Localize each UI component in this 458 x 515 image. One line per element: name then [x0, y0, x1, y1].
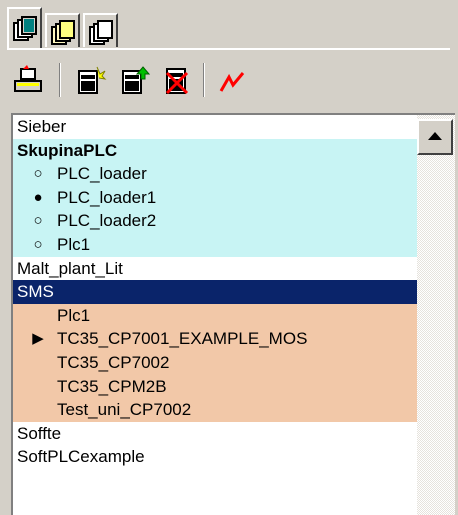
- tree-pages-icon: [13, 16, 37, 41]
- list-item-label: Malt_plant_Lit: [17, 258, 123, 278]
- list-item-label: Plc1: [57, 305, 91, 325]
- list-item[interactable]: Malt_plant_Lit: [13, 256, 417, 281]
- trend-chart-icon: [219, 72, 245, 92]
- list-item[interactable]: Soffte: [13, 421, 417, 446]
- tree-child-item[interactable]: TC35_CPM2B: [13, 374, 417, 399]
- new-document-button[interactable]: [73, 63, 109, 99]
- group-row[interactable]: SkupinaPLC: [13, 138, 417, 163]
- current-item-arrow-icon: ▶: [32, 330, 44, 348]
- scroll-up-arrow-icon: [428, 132, 442, 140]
- list-item[interactable]: SMS: [13, 280, 417, 304]
- plc-tree-list[interactable]: Sieber SkupinaPLC ○ PLC_loader ● PLC_loader1 ○…: [11, 113, 455, 515]
- tab-folder-view[interactable]: [45, 13, 80, 47]
- list-item-label: SMS: [17, 282, 54, 302]
- toolbar: [7, 53, 450, 109]
- scroll-up-button[interactable]: [417, 119, 453, 155]
- list-item-label: PLC_loader1: [57, 187, 157, 207]
- bullet-icon: ○: [33, 165, 43, 183]
- list-item[interactable]: Sieber: [13, 115, 417, 139]
- tree-child-item[interactable]: ▶ TC35_CP7001_EXAMPLE_MOS: [13, 327, 417, 351]
- tab-tree-view[interactable]: [7, 7, 42, 49]
- list-item[interactable]: SoftPLCexample: [13, 445, 417, 469]
- folder-pages-icon: [51, 20, 75, 45]
- copy-pages-icon: [89, 20, 113, 45]
- delete-document-icon: [165, 68, 189, 95]
- add-document-icon: [122, 66, 151, 94]
- tree-child-item[interactable]: ● PLC_loader1: [13, 185, 417, 210]
- bullet-icon: ○: [33, 235, 43, 253]
- list-item-label: Test_uni_CP7002: [57, 400, 192, 420]
- list-item-label: SkupinaPLC: [17, 140, 118, 160]
- list-item-label: SoftPLCexample: [17, 447, 145, 467]
- toolbar-separator: [203, 63, 205, 97]
- list-item-label: Plc1: [57, 234, 91, 254]
- list-item-label: TC35_CPM2B: [57, 376, 167, 396]
- tree-child-item[interactable]: ○ PLC_loader2: [13, 209, 417, 233]
- list-item-label: PLC_loader: [57, 164, 147, 184]
- trend-button[interactable]: [215, 63, 251, 99]
- new-document-icon: [78, 66, 107, 94]
- connect-button[interactable]: [11, 63, 47, 99]
- list-item-label: TC35_CP7001_EXAMPLE_MOS: [57, 329, 308, 349]
- list-item[interactable]: [13, 492, 417, 515]
- list-item-label: Soffte: [17, 423, 62, 443]
- delete-document-button[interactable]: [159, 63, 195, 99]
- list-item-label: TC35_CP7002: [57, 352, 170, 372]
- list-item[interactable]: [13, 468, 417, 493]
- connect-tray-icon: [14, 65, 42, 92]
- tree-child-item[interactable]: Test_uni_CP7002: [13, 398, 417, 422]
- tab-copy-view[interactable]: [83, 13, 118, 47]
- tree-child-item[interactable]: Plc1: [13, 303, 417, 328]
- vertical-scrollbar[interactable]: [417, 115, 455, 515]
- bullet-icon: ○: [33, 212, 43, 230]
- active-bullet-icon: ●: [33, 188, 43, 206]
- list-item-label: PLC_loader2: [57, 211, 157, 231]
- toolbar-separator: [59, 63, 61, 97]
- list-item-label: Sieber: [17, 117, 67, 136]
- tab-divider: [7, 48, 450, 50]
- list-rows: Sieber SkupinaPLC ○ PLC_loader ● PLC_loader1 ○…: [13, 115, 417, 515]
- add-document-button[interactable]: [117, 63, 153, 99]
- tree-child-item[interactable]: ○ PLC_loader: [13, 162, 417, 186]
- tree-child-item[interactable]: TC35_CP7002: [13, 350, 417, 375]
- tree-child-item[interactable]: ○ Plc1: [13, 232, 417, 257]
